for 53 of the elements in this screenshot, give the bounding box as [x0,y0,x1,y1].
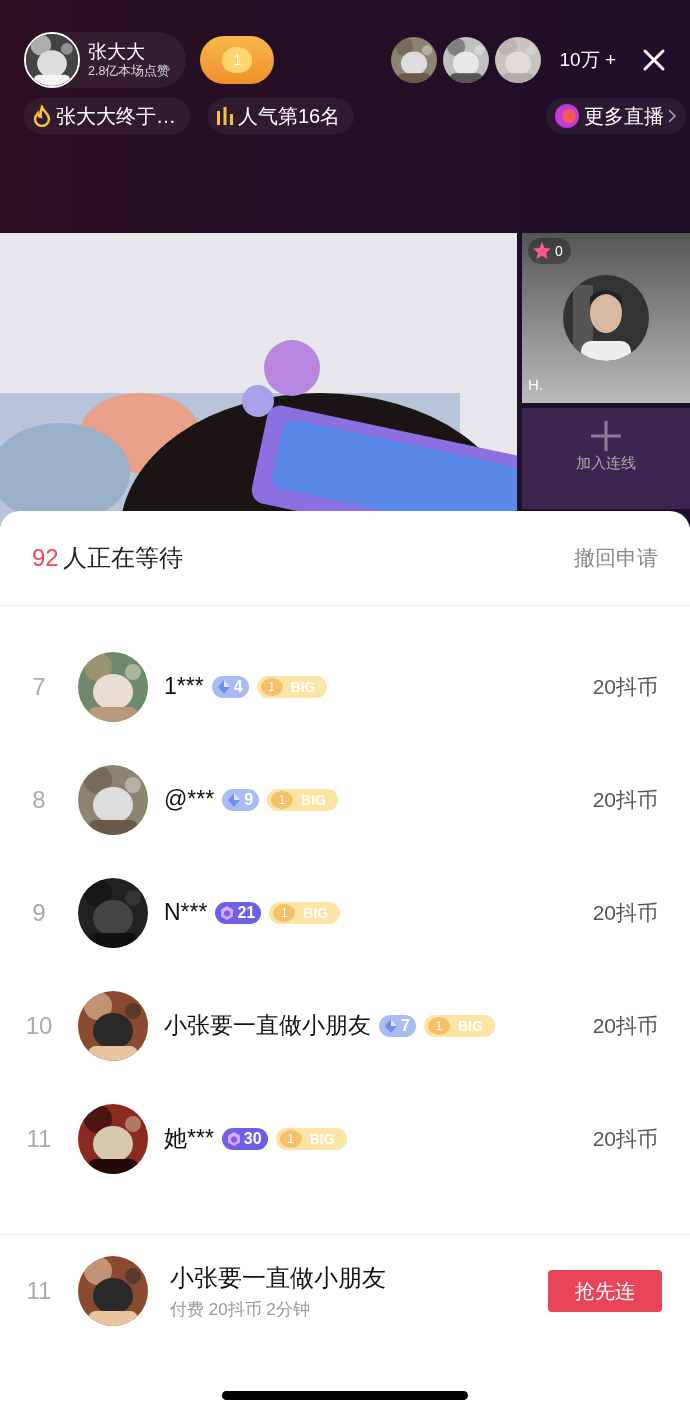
diamond-icon [383,1017,399,1034]
diamond-icon [215,678,232,695]
likes-count: 2.8亿本场点赞 [88,63,171,79]
queue-rank: 11 [25,1124,53,1153]
fan-badge: 1 BIG [256,675,328,698]
level-badge: 7 [379,1014,416,1037]
level-badge: 9 [222,788,260,811]
level-badge: 4 [211,675,249,698]
waiting-count: 92 人正在等待 [32,543,183,573]
star-icon [532,241,552,261]
plus-icon [590,420,622,452]
fan-badge: 1 BIG [423,1014,495,1037]
live-icon [554,103,580,129]
join-link-button[interactable]: 加入连线 [522,408,690,509]
guest-name: H. [528,376,543,393]
price: 20抖币 [591,1012,658,1039]
fan-badge: 1 BIG [267,788,338,811]
payment-info: 付费 20抖币 2分钟 [170,1298,311,1321]
user-name: 小张要一直做小朋友 [170,1262,386,1293]
price: 20抖币 [591,786,658,813]
topic-tag[interactable]: 张大大终于… [24,98,190,134]
price: 20抖币 [591,673,658,700]
chevron-right-icon [668,109,676,123]
queue-rank: 11 [25,1277,53,1305]
cube-icon [219,904,236,921]
viewer-count[interactable]: 10万 + [559,47,616,73]
star-count-badge: 0 [528,238,571,264]
close-icon[interactable] [642,48,666,72]
user-name: 小张要一直做小朋友 [164,1011,371,1040]
host-name: 张大大 [88,41,146,63]
level-badge: 21 [215,901,262,924]
user-name: @*** [164,786,215,813]
price: 20抖币 [591,899,658,926]
user-name: 她*** [164,1124,214,1153]
withdraw-button[interactable]: 撤回申请 [574,544,658,572]
diamond-icon [226,791,243,808]
bar-chart-icon [216,107,234,125]
user-name: 1*** [164,673,204,700]
queue-rank: 8 [31,785,47,814]
cube-icon [225,1130,242,1147]
queue-rank: 10 [24,1011,54,1040]
more-live-button[interactable]: 更多直播 [546,98,686,134]
fan-badge: 1 BIG [275,1127,347,1150]
host-card[interactable]: 张大大 2.8亿本场点赞 [24,32,187,88]
price: 20抖币 [591,1125,658,1152]
user-name: N*** [164,899,208,926]
queue-rank: 9 [31,898,47,927]
priority-connect-button[interactable]: 抢先连 [548,1270,662,1312]
rank-tag[interactable]: 人气第16名 [208,98,355,134]
flame-icon [32,105,52,127]
fan-badge: 1 BIG [269,901,341,924]
level-badge: 30 [221,1127,268,1150]
queue-rank: 7 [31,672,47,701]
